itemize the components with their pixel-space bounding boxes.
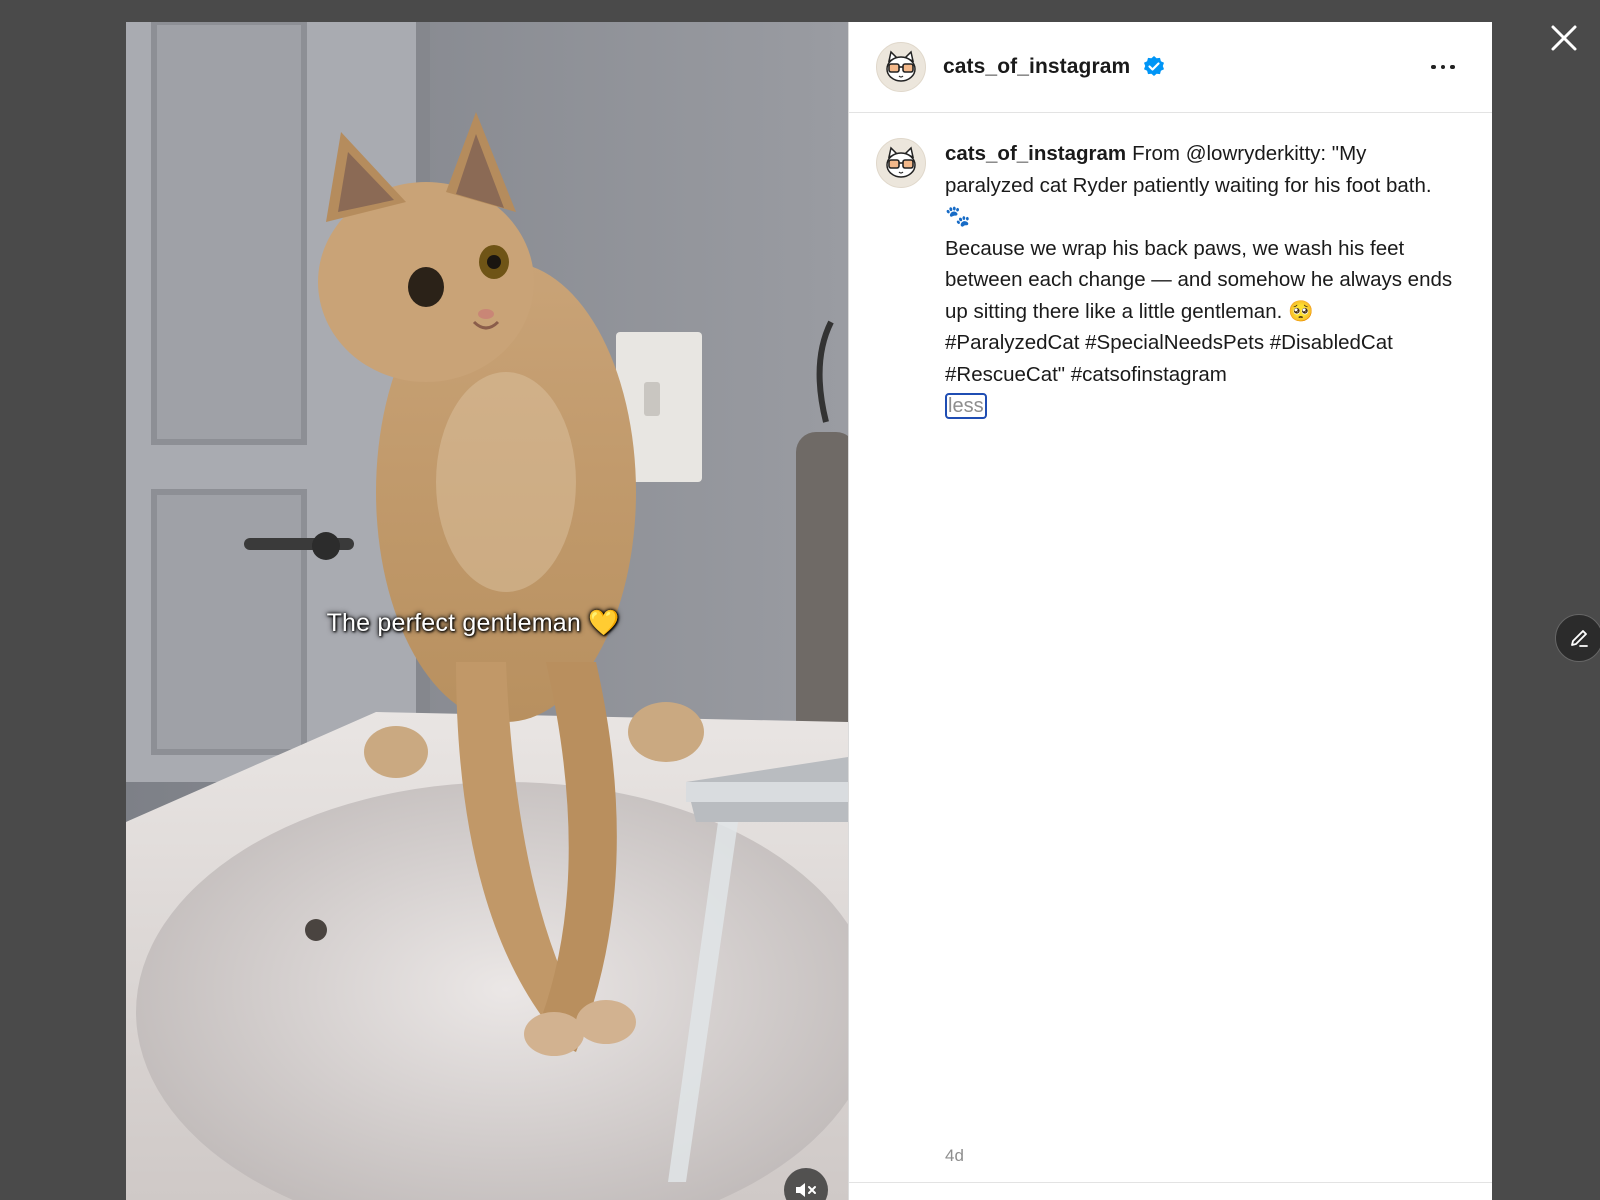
caption-username[interactable]: cats_of_instagram	[945, 142, 1126, 165]
caption-avatar[interactable]	[876, 138, 926, 188]
avatar[interactable]	[876, 42, 926, 92]
post-video[interactable]: The perfect gentleman 💛	[126, 22, 848, 1200]
close-icon	[1551, 25, 1577, 51]
caption-line: Because we wrap his back paws, we wash h…	[945, 236, 1453, 323]
more-options-icon	[1431, 64, 1436, 70]
caption-line: #ParalyzedCat #SpecialNeedsPets #Disable…	[945, 331, 1393, 386]
close-button[interactable]	[1546, 20, 1582, 56]
divider	[849, 1182, 1492, 1183]
post-timestamp[interactable]: 4d	[945, 1146, 964, 1166]
video-overlay-caption: The perfect gentleman 💛	[326, 609, 620, 637]
post-caption-comment: cats_of_instagram From @lowryderkitty: "M…	[876, 138, 1466, 422]
pencil-edit-icon	[1571, 630, 1588, 647]
edit-button[interactable]	[1555, 614, 1600, 662]
verified-badge-icon	[1144, 56, 1165, 76]
more-options-button[interactable]	[1423, 52, 1463, 82]
post-details-panel: cats_of_instagram cats_of_instagram From…	[848, 22, 1492, 1200]
speaker-muted-icon	[796, 1183, 816, 1197]
cat-with-glasses-avatar-icon	[886, 146, 916, 178]
less-button[interactable]: less	[945, 393, 987, 419]
header-username[interactable]: cats_of_instagram	[943, 55, 1130, 79]
caption-text: cats_of_instagram From @lowryderkitty: "M…	[945, 138, 1455, 422]
post-modal: The perfect gentleman 💛 cats_of_instagra…	[126, 22, 1492, 1200]
post-header: cats_of_instagram	[849, 22, 1492, 113]
cat-with-glasses-avatar-icon	[886, 50, 916, 82]
